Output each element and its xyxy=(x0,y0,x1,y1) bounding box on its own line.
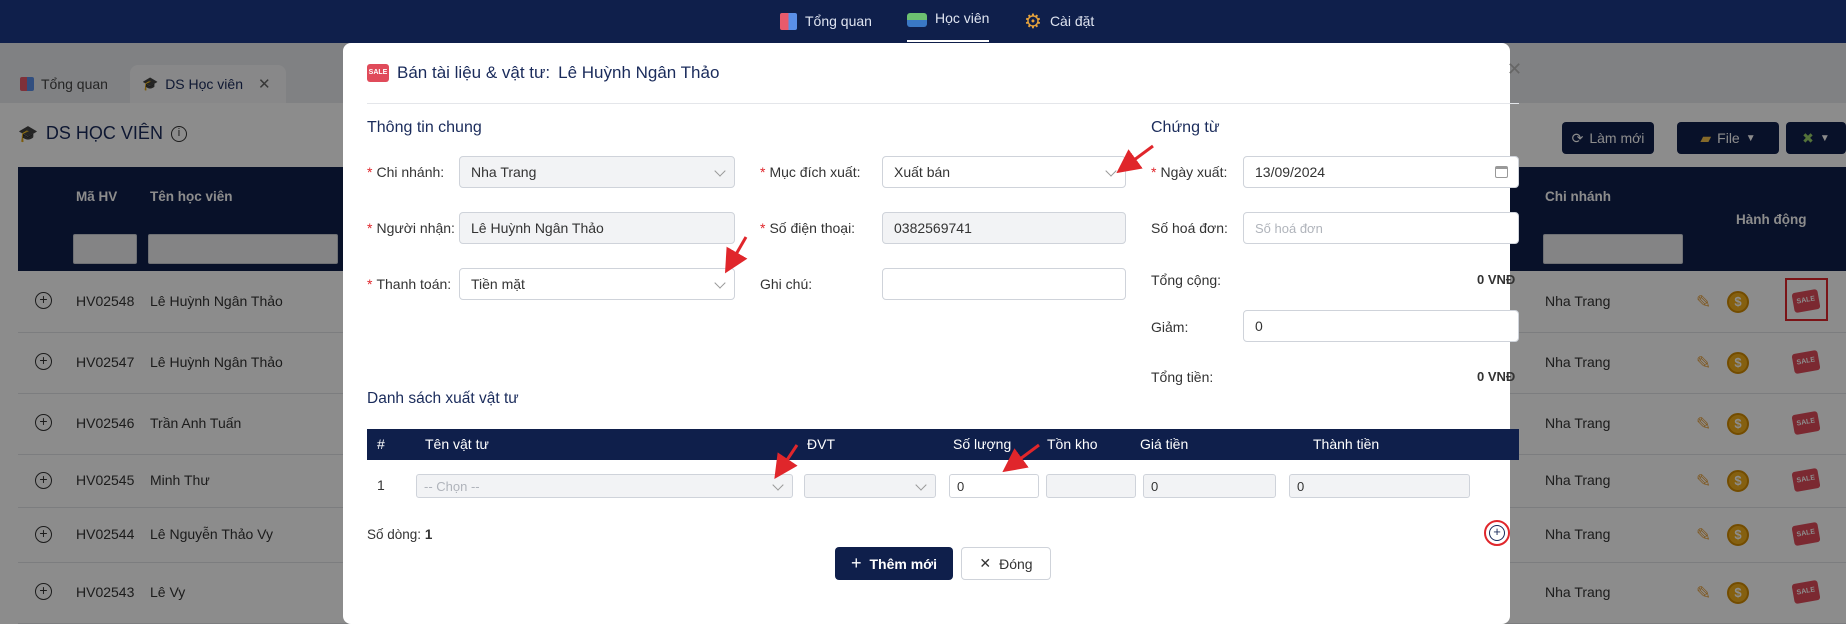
amount-field: 0 xyxy=(1289,474,1470,498)
column-header: Giá tiền xyxy=(1140,436,1189,452)
stock-field xyxy=(1046,474,1136,498)
chevron-down-icon xyxy=(915,479,927,491)
gear-icon: ⚙ xyxy=(1024,10,1042,33)
total-value: 0 VNĐ xyxy=(1477,272,1516,287)
phone-label: * Số điện thoại: xyxy=(760,220,856,236)
column-header: Thành tiền xyxy=(1313,436,1380,452)
chevron-down-icon xyxy=(714,165,726,177)
grand-total-value: 0 VNĐ xyxy=(1477,369,1516,384)
receiver-label: * Người nhận: xyxy=(367,220,455,236)
date-picker[interactable]: 13/09/2024 xyxy=(1243,156,1519,188)
payment-label: * Thanh toán: xyxy=(367,276,452,292)
column-header: # xyxy=(377,436,385,452)
plus-icon: + xyxy=(850,553,862,573)
invoice-field[interactable]: Số hoá đơn xyxy=(1243,212,1519,244)
nav-item-students[interactable]: Học viên xyxy=(907,10,990,42)
close-button[interactable]: ✕ Đóng xyxy=(961,547,1051,580)
invoice-label: Số hoá đơn: xyxy=(1151,220,1228,236)
highlight-circle xyxy=(1484,520,1510,546)
chevron-down-icon xyxy=(1105,165,1117,177)
column-header: ĐVT xyxy=(807,436,835,452)
discount-label: Giảm: xyxy=(1151,319,1189,335)
item-select[interactable]: -- Chọn -- xyxy=(416,474,793,498)
section-voucher: Chứng từ xyxy=(1151,119,1220,136)
date-label: * Ngày xuất: xyxy=(1151,164,1228,180)
calendar-icon[interactable] xyxy=(1495,166,1508,178)
receiver-field[interactable]: Lê Huỳnh Ngân Thảo xyxy=(459,212,735,244)
note-field[interactable] xyxy=(882,268,1126,300)
close-icon: ✕ xyxy=(979,555,992,571)
dashboard-icon xyxy=(780,12,797,30)
modal-title: SALE Bán tài liệu & vật tư: Lê Huỳnh Ngâ… xyxy=(367,63,720,82)
section-general: Thông tin chung xyxy=(367,119,482,136)
branch-select[interactable]: Nha Trang xyxy=(459,156,735,188)
top-navbar-items: Tổng quan Học viên ⚙ Cài đặt xyxy=(0,0,1846,43)
row-count: Số dòng: 1 xyxy=(367,527,433,542)
price-field: 0 xyxy=(1143,474,1276,498)
column-header: Số lượng xyxy=(953,436,1012,452)
sale-modal: SALE Bán tài liệu & vật tư: Lê Huỳnh Ngâ… xyxy=(343,43,1522,624)
unit-select[interactable] xyxy=(804,474,936,498)
payment-select[interactable]: Tiền mặt xyxy=(459,268,735,300)
discount-field[interactable]: 0 xyxy=(1243,310,1519,342)
grand-total-label: Tổng tiền: xyxy=(1151,369,1214,385)
column-header: Tồn kho xyxy=(1047,436,1098,452)
divider xyxy=(367,103,1519,104)
row-index: 1 xyxy=(377,477,385,493)
purpose-select[interactable]: Xuất bán xyxy=(882,156,1126,188)
add-new-button[interactable]: + Thêm mới xyxy=(835,547,953,580)
branch-label: * Chi nhánh: xyxy=(367,164,445,180)
total-label: Tổng cộng: xyxy=(1151,272,1222,288)
note-label: Ghi chú: xyxy=(760,276,813,292)
phone-field[interactable]: 0382569741 xyxy=(882,212,1126,244)
nav-item-settings[interactable]: ⚙ Cài đặt xyxy=(1024,10,1094,33)
section-item-list: Danh sách xuất vật tư xyxy=(367,390,519,407)
quantity-field[interactable]: 0 xyxy=(949,474,1039,498)
sale-tag-icon: SALE xyxy=(367,64,389,82)
items-table-header: # Tên vật tư ĐVT Số lượng Tồn kho Giá ti… xyxy=(367,429,1519,460)
nav-item-overview[interactable]: Tổng quan xyxy=(780,10,872,32)
chevron-down-icon xyxy=(772,479,784,491)
purpose-label: * Mục đích xuất: xyxy=(760,164,861,180)
chevron-down-icon xyxy=(714,277,726,289)
close-icon[interactable]: ✕ xyxy=(1507,59,1522,80)
column-header: Tên vật tư xyxy=(425,436,489,452)
student-icon xyxy=(907,13,927,27)
